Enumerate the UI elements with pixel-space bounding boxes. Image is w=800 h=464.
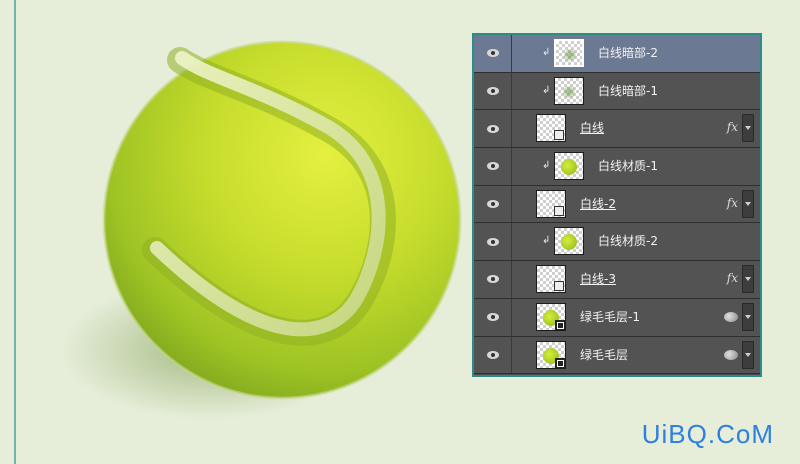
tennis-ball-graphic [60,40,462,420]
eye-icon [486,124,499,133]
layer-name: 白线-3 [580,272,616,287]
visibility-toggle[interactable] [474,185,512,223]
ball-thumbnail-icon [561,234,577,251]
eye-icon [486,162,499,171]
layer-row[interactable]: ↲ 白线暗部-1 [474,72,760,111]
visibility-toggle[interactable] [474,35,512,72]
expand-arrow-icon[interactable] [742,114,754,143]
tennis-ball-illustration [60,20,480,440]
expand-arrow-icon[interactable] [742,302,754,331]
eye-icon [486,49,499,58]
layer-thumbnail[interactable] [536,114,566,143]
eye-icon [486,200,499,209]
layer-row[interactable]: 绿毛毛层-1 [474,298,760,337]
layers-panel: ↲ 白线暗部-2 ↲ 白线暗部-1 白线 fx ↲ 白线材质-1 白线-2 fx ↲ 白线材质-2 白线… [472,33,762,377]
smart-object-icon [555,319,565,330]
layer-thumbnail[interactable] [536,340,566,369]
visibility-toggle[interactable] [474,110,512,148]
layer-row[interactable]: 白线-2 fx [474,185,760,224]
eye-icon [486,87,499,96]
fx-icon[interactable]: fx [727,120,738,134]
clip-arrow-icon: ↲ [542,47,551,58]
layer-row[interactable]: ↲ 白线材质-2 [474,223,760,262]
eye-icon [486,350,499,359]
fx-icon[interactable]: fx [727,271,738,285]
layer-thumbnail[interactable] [554,227,584,256]
layer-row[interactable]: 白线-3 fx [474,261,760,299]
visibility-toggle[interactable] [474,336,512,374]
clip-arrow-icon: ↲ [542,235,551,247]
visibility-toggle[interactable] [474,148,512,185]
layer-name: 白线材质-1 [598,159,658,174]
layer-row[interactable]: 白线 fx [474,110,760,149]
layer-name: 白线材质-2 [598,234,658,249]
visibility-toggle[interactable] [474,298,512,336]
vector-mask-icon [554,205,564,216]
left-divider-line [14,0,16,464]
layer-row[interactable]: ↲ 白线材质-1 [474,148,760,186]
ball-thumbnail-icon [561,159,577,176]
visibility-toggle[interactable] [474,261,512,298]
visibility-toggle[interactable] [474,223,512,261]
layer-name: 白线-2 [580,196,616,211]
layer-thumbnail[interactable] [554,76,584,105]
expand-arrow-icon[interactable] [742,189,754,218]
smart-object-icon [555,357,565,368]
layer-thumbnail[interactable] [554,39,584,67]
layer-thumbnail[interactable] [536,302,566,331]
site-watermark: UiBQ.CoM [641,419,774,449]
eye-icon [486,275,499,284]
eye-icon [486,313,499,322]
layer-name: 绿毛毛层-1 [580,309,640,324]
clip-arrow-icon: ↲ [542,160,551,172]
layer-row[interactable]: ↲ 白线暗部-2 [474,35,760,73]
vector-mask-icon [554,281,564,292]
layer-thumbnail[interactable] [554,152,584,181]
vector-mask-icon [554,130,564,141]
visibility-toggle[interactable] [474,72,512,110]
link-icon[interactable] [724,311,738,322]
layer-name: 白线 [580,121,605,136]
expand-arrow-icon[interactable] [742,265,754,294]
clip-arrow-icon: ↲ [542,84,551,96]
layer-row[interactable]: 绿毛毛层 [474,336,760,375]
shadow-thumbnail-icon [563,85,575,98]
layer-name: 白线暗部-2 [598,46,658,60]
layer-thumbnail[interactable] [536,189,566,218]
shadow-thumbnail-icon [564,49,576,61]
layer-name: 白线暗部-1 [598,83,658,98]
layer-thumbnail[interactable] [536,265,566,294]
expand-arrow-icon[interactable] [742,340,754,369]
layer-name: 绿毛毛层 [580,347,629,362]
fx-icon[interactable]: fx [727,196,738,210]
eye-icon [486,237,499,246]
link-icon[interactable] [724,349,738,360]
